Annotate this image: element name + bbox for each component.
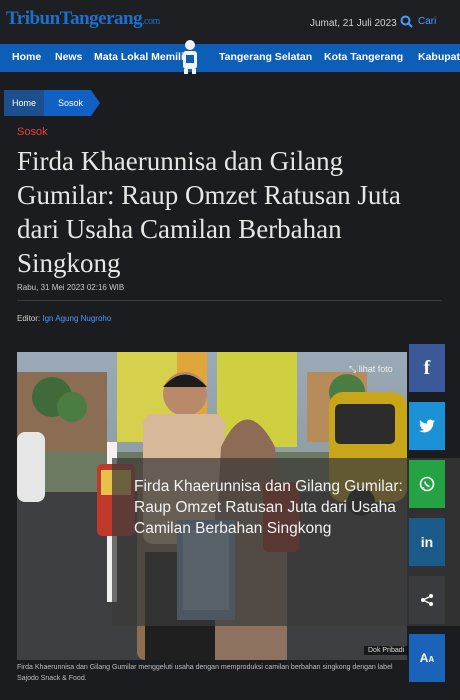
share-facebook-button[interactable]: f <box>409 344 445 392</box>
search-label: Cari <box>418 16 437 27</box>
nav-news[interactable]: News <box>55 51 82 63</box>
photo-gallery-link[interactable]: ⤡ lihat foto <box>349 364 393 375</box>
share-linkedin-button[interactable]: in <box>409 518 445 566</box>
nav-mata-lokal-memilih[interactable]: Mata Lokal Memilih <box>94 51 190 63</box>
photo-credit: Dok Pribadi <box>364 646 409 655</box>
twitter-icon <box>419 419 435 433</box>
font-size-icon: AA <box>419 651 435 665</box>
search-button[interactable]: Cari <box>400 15 436 28</box>
breadcrumb-home[interactable]: Home <box>4 90 45 116</box>
whatsapp-icon <box>419 476 435 492</box>
nav-home[interactable]: Home <box>12 51 41 63</box>
nav-kabupaten[interactable]: Kabupaten <box>418 51 460 63</box>
publish-date: Rabu, 31 Mei 2023 02:16 WIB <box>17 283 125 292</box>
breadcrumb-sosok[interactable]: Sosok <box>44 90 101 116</box>
editor-name[interactable]: Ign Agung Nugroho <box>42 314 111 323</box>
facebook-icon: f <box>423 356 431 379</box>
nav-tangerang-selatan[interactable]: Tangerang Selatan <box>219 51 312 63</box>
top-header: TribunTangerang.com Jumat, 21 Juli 2023 … <box>0 0 460 44</box>
mascot-icon <box>183 40 197 74</box>
article-title: Firda Khaerunnisa dan Gilang Gumilar: Ra… <box>17 146 401 278</box>
article-category[interactable]: Sosok <box>17 126 48 138</box>
share-twitter-button[interactable] <box>409 402 445 450</box>
current-date: Jumat, 21 Juli 2023 <box>310 18 397 29</box>
divider <box>17 300 442 301</box>
share-more-button[interactable] <box>409 576 445 624</box>
font-size-button[interactable]: AA <box>409 634 445 682</box>
linkedin-icon: in <box>420 534 434 550</box>
share-whatsapp-button[interactable] <box>409 460 445 508</box>
overlay-title: Firda Khaerunnisa dan Gilang Gumilar: Ra… <box>134 478 403 537</box>
photo-caption: Firda Khaerunnisa dan Gilang Gumilar men… <box>17 664 393 682</box>
main-nav: Home News Mata Lokal Memilih Tangerang S… <box>0 44 460 72</box>
nav-kota-tangerang[interactable]: Kota Tangerang <box>324 51 403 63</box>
breadcrumb: Home Sosok <box>4 90 101 116</box>
editor-line: Editor: Ign Agung Nugroho <box>17 314 112 323</box>
search-icon <box>400 15 413 28</box>
share-icon <box>421 594 433 606</box>
site-logo[interactable]: TribunTangerang.com <box>6 8 160 30</box>
